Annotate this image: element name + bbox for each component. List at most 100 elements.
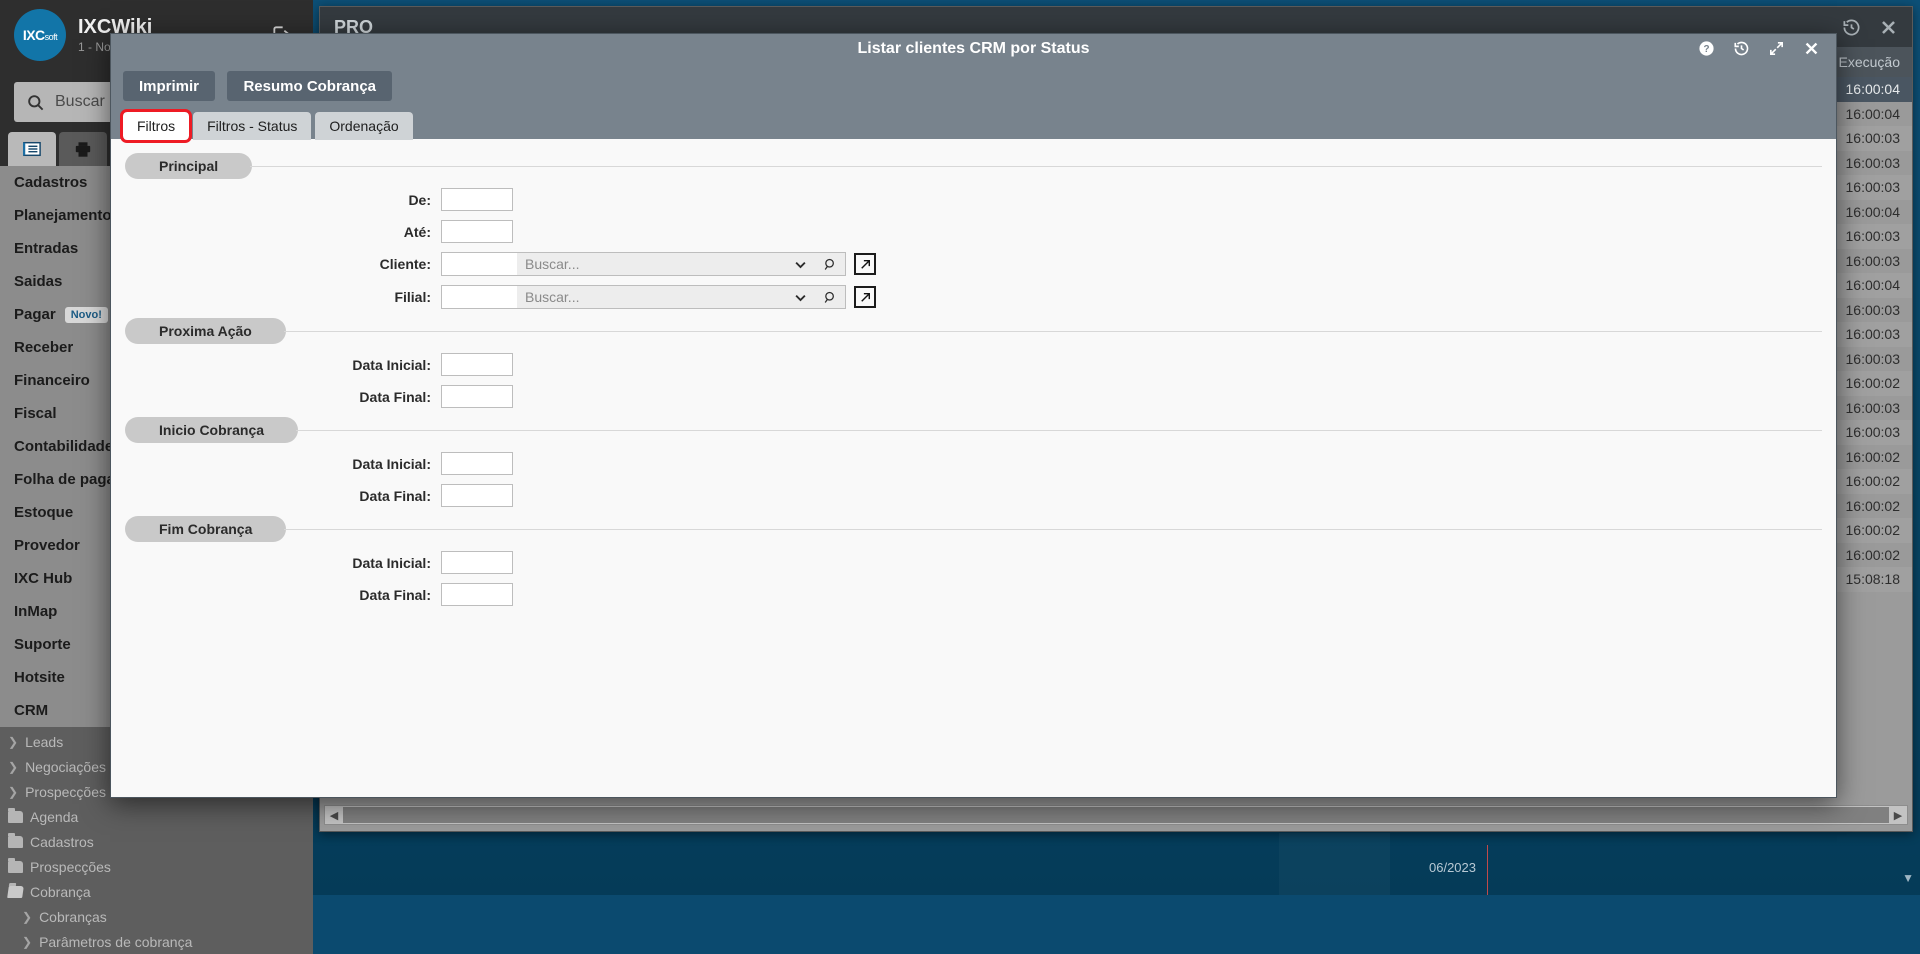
search-icon[interactable] bbox=[815, 286, 845, 308]
input-data-final[interactable] bbox=[441, 484, 513, 507]
modal-body: PrincipalDe:Até:Cliente:Filial:Proxima A… bbox=[111, 139, 1836, 797]
sidebar-subitem-label: Leads bbox=[25, 734, 63, 750]
sidebar-subitem-cobrança[interactable]: Cobrança bbox=[0, 879, 313, 904]
cell-execucao: 16:00:02 bbox=[1846, 375, 1901, 391]
field-label: Data Final: bbox=[111, 389, 441, 405]
folder-open-icon bbox=[7, 886, 24, 898]
combo-search-input-filial[interactable] bbox=[517, 286, 785, 308]
sidebar-item-label: Entradas bbox=[14, 240, 78, 257]
input-at[interactable] bbox=[441, 220, 513, 243]
sidebar-subitem-agenda[interactable]: Agenda bbox=[0, 804, 313, 829]
summary-button[interactable]: Resumo Cobrança bbox=[227, 71, 392, 101]
combo-id-input-filial[interactable] bbox=[442, 286, 517, 308]
input-data-final[interactable] bbox=[441, 583, 513, 606]
input-data-inicial[interactable] bbox=[441, 551, 513, 574]
svg-text:?: ? bbox=[1703, 44, 1709, 55]
chart-caret-icon[interactable]: ▼ bbox=[1902, 871, 1914, 885]
combo-search-input-cliente[interactable] bbox=[517, 253, 785, 275]
mini-tab-list[interactable] bbox=[8, 132, 56, 166]
tab-filtros-status[interactable]: Filtros - Status bbox=[193, 112, 311, 140]
sidebar-subitem-label: Cobranças bbox=[39, 909, 107, 925]
mini-tab-print[interactable] bbox=[59, 132, 107, 166]
sidebar-item-label: Cadastros bbox=[14, 174, 87, 191]
field-label: Data Final: bbox=[111, 488, 441, 504]
sidebar-subitem-label: Cobrança bbox=[30, 884, 91, 900]
expand-icon[interactable] bbox=[1768, 40, 1785, 57]
open-external-icon[interactable] bbox=[854, 253, 876, 275]
application-root: PRO Execução 16:00:0416:00:0416:00:0316:… bbox=[0, 0, 1920, 895]
sidebar-subitem-prospecções[interactable]: Prospecções bbox=[0, 854, 313, 879]
cell-execucao: 16:00:03 bbox=[1846, 400, 1901, 416]
cell-execucao: 16:00:02 bbox=[1846, 498, 1901, 514]
section-header: Inicio Cobrança bbox=[125, 417, 1822, 443]
input-data-inicial[interactable] bbox=[441, 452, 513, 475]
sidebar-item-label: Provedor bbox=[14, 537, 80, 554]
input-de[interactable] bbox=[441, 188, 513, 211]
open-external-icon[interactable] bbox=[854, 286, 876, 308]
form-row: Data Inicial: bbox=[111, 452, 1836, 475]
sidebar-subitem-cobranças[interactable]: ❯ Cobranças bbox=[0, 904, 313, 929]
chart-plot-area bbox=[1279, 833, 1390, 895]
cell-execucao: 15:08:18 bbox=[1846, 571, 1901, 587]
combo-cliente[interactable] bbox=[441, 252, 846, 276]
sidebar-subitem-cadastros[interactable]: Cadastros bbox=[0, 829, 313, 854]
sidebar-item-label: Fiscal bbox=[14, 405, 57, 422]
modal-titlebar: Listar clientes CRM por Status ? bbox=[111, 34, 1836, 63]
section-title: Proxima Ação bbox=[125, 318, 286, 344]
chart-x-label: 06/2023 bbox=[1429, 860, 1476, 875]
sidebar-item-label: Contabilidade bbox=[14, 438, 113, 455]
logo-text: IXC bbox=[23, 27, 45, 43]
search-icon[interactable] bbox=[815, 253, 845, 275]
tab-filtros[interactable]: Filtros bbox=[123, 112, 189, 140]
cell-execucao: 16:00:04 bbox=[1846, 106, 1901, 122]
tab-ordena-o[interactable]: Ordenação bbox=[315, 112, 412, 140]
chevron-down-icon[interactable] bbox=[785, 286, 815, 308]
section-header: Fim Cobrança bbox=[125, 516, 1822, 542]
combo-filial[interactable] bbox=[441, 285, 846, 309]
input-data-final[interactable] bbox=[441, 385, 513, 408]
form-row: Data Inicial: bbox=[111, 353, 1836, 376]
scrollbar-thumb[interactable] bbox=[343, 807, 1889, 823]
folder-icon bbox=[8, 811, 23, 823]
history-icon[interactable] bbox=[1842, 18, 1861, 37]
section-divider bbox=[284, 331, 1822, 332]
field-label: Data Inicial: bbox=[111, 357, 441, 373]
cell-execucao: 16:00:03 bbox=[1846, 351, 1901, 367]
close-icon[interactable] bbox=[1879, 18, 1898, 37]
cell-execucao: 16:00:03 bbox=[1846, 228, 1901, 244]
sidebar-subitem-parâmetros-de-cobrança[interactable]: ❯Parâmetros de cobrança bbox=[0, 929, 313, 954]
sidebar-subitem-label: Prospecções bbox=[25, 784, 106, 800]
input-data-inicial[interactable] bbox=[441, 353, 513, 376]
folder-icon bbox=[8, 861, 23, 873]
field-label: Data Final: bbox=[111, 587, 441, 603]
horizontal-scrollbar[interactable]: ◀ ▶ bbox=[324, 805, 1908, 825]
search-icon bbox=[26, 93, 45, 112]
cell-execucao: 16:00:04 bbox=[1846, 277, 1901, 293]
section-divider bbox=[250, 166, 1822, 167]
field-label: De: bbox=[111, 192, 441, 208]
scroll-left-arrow[interactable]: ◀ bbox=[325, 809, 343, 822]
chevron-down-icon[interactable] bbox=[785, 253, 815, 275]
close-icon[interactable] bbox=[1803, 40, 1820, 57]
field-label: Data Inicial: bbox=[111, 555, 441, 571]
section-title: Principal bbox=[125, 153, 252, 179]
sidebar-subitem-label: Parâmetros de cobrança bbox=[39, 934, 192, 950]
section-title: Fim Cobrança bbox=[125, 516, 286, 542]
sidebar-subitem-label: Cadastros bbox=[30, 834, 94, 850]
scroll-right-arrow[interactable]: ▶ bbox=[1889, 809, 1907, 822]
chevron-right-icon: ❯ bbox=[8, 785, 18, 799]
form-row: De: bbox=[111, 188, 1836, 211]
sidebar-subitem-label: Prospecções bbox=[30, 859, 111, 875]
sidebar-item-label: Planejamento bbox=[14, 207, 112, 224]
combo-id-input-cliente[interactable] bbox=[442, 253, 517, 275]
history-icon[interactable] bbox=[1733, 40, 1750, 57]
print-button[interactable]: Imprimir bbox=[123, 71, 215, 101]
chevron-right-icon: ❯ bbox=[22, 910, 32, 924]
section-divider bbox=[296, 430, 1822, 431]
new-badge: Novo! bbox=[65, 307, 108, 323]
cell-execucao: 16:00:02 bbox=[1846, 473, 1901, 489]
sidebar-item-label: Hotsite bbox=[14, 669, 65, 686]
logo-subtext: soft bbox=[45, 32, 58, 42]
help-icon[interactable]: ? bbox=[1698, 40, 1715, 57]
cell-execucao: 16:00:03 bbox=[1846, 253, 1901, 269]
